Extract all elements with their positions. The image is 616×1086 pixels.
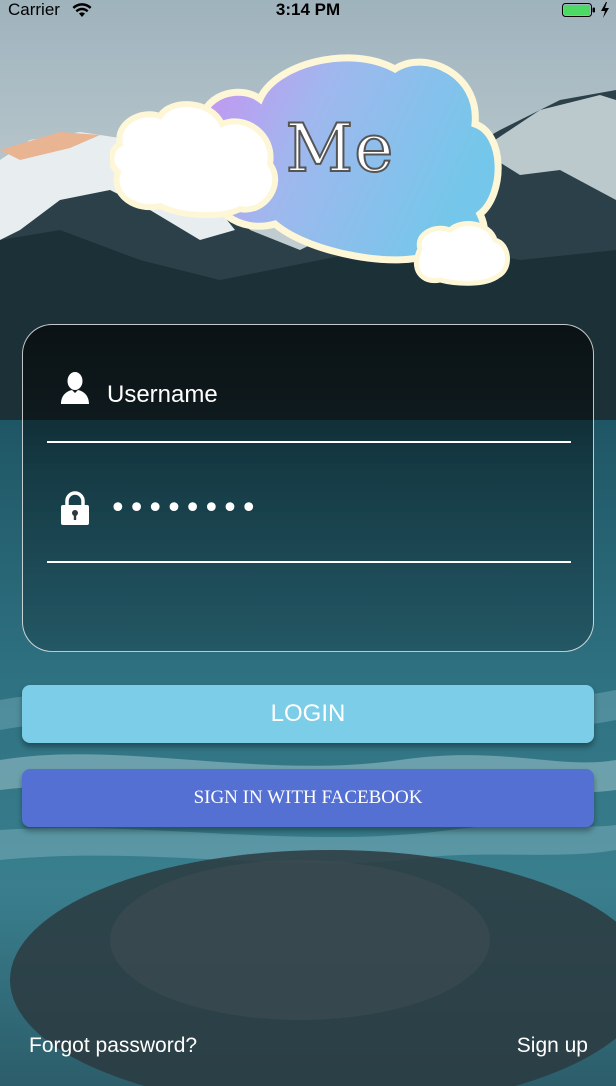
clock-time: 3:14 PM [275,0,341,19]
logo-text: Me [285,109,395,188]
username-underline [47,441,571,443]
password-field[interactable]: •••••••• [47,445,571,563]
user-icon [61,372,89,404]
charging-bolt-icon [601,2,609,18]
password-input[interactable]: •••••••• [109,491,259,526]
lock-icon [61,491,89,525]
username-field[interactable] [47,325,571,443]
login-button[interactable]: LOGIN [22,685,594,743]
username-input[interactable] [107,379,547,411]
facebook-signin-button[interactable]: SIGN IN WITH FACEBOOK [22,769,594,827]
login-panel: •••••••• [22,324,594,652]
sign-up-link[interactable]: Sign up [517,1034,588,1058]
status-bar: Carrier 3:14 PM [0,0,616,22]
forgot-password-link[interactable]: Forgot password? [29,1034,197,1058]
password-underline [47,561,571,563]
battery-charging-icon [562,3,595,17]
